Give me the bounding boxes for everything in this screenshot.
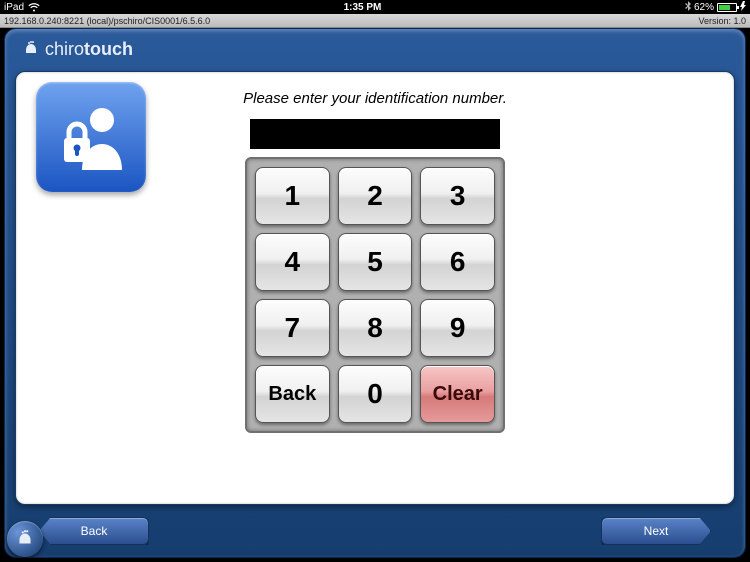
nav-next-button[interactable]: Next xyxy=(601,517,711,545)
hand-logo-icon xyxy=(21,39,41,59)
wifi-icon xyxy=(28,3,40,12)
corner-hand-icon[interactable] xyxy=(7,521,43,557)
brand-part2: touch xyxy=(84,39,133,60)
connection-path: 192.168.0.240:8221 (local)/pschiro/CIS00… xyxy=(4,16,210,26)
battery-icon xyxy=(717,3,737,12)
device-label: iPad xyxy=(4,2,24,13)
app-header: chirotouch xyxy=(9,33,741,65)
keypad-0[interactable]: 0 xyxy=(338,365,413,423)
content-card: Please enter your identification number.… xyxy=(15,71,735,505)
status-time: 1:35 PM xyxy=(344,2,382,13)
brand-logo-text: chirotouch xyxy=(45,39,133,60)
keypad-5[interactable]: 5 xyxy=(338,233,413,291)
keypad-clear[interactable]: Clear xyxy=(420,365,495,423)
battery-percent: 62% xyxy=(694,2,714,13)
pin-display xyxy=(250,119,500,149)
brand-part1: chiro xyxy=(45,39,84,60)
nav-back-button[interactable]: Back xyxy=(39,517,149,545)
keypad-back[interactable]: Back xyxy=(255,365,330,423)
keypad-7[interactable]: 7 xyxy=(255,299,330,357)
sub-bar: 192.168.0.240:8221 (local)/pschiro/CIS00… xyxy=(0,14,750,28)
nav-next-label: Next xyxy=(644,524,669,538)
nav-back-label: Back xyxy=(81,524,108,538)
keypad-2[interactable]: 2 xyxy=(338,167,413,225)
keypad-6[interactable]: 6 xyxy=(420,233,495,291)
keypad-9[interactable]: 9 xyxy=(420,299,495,357)
keypad-8[interactable]: 8 xyxy=(338,299,413,357)
keypad-1[interactable]: 1 xyxy=(255,167,330,225)
app-version: Version: 1.0 xyxy=(698,16,746,26)
status-bar: iPad 1:35 PM 62% xyxy=(0,0,750,14)
lock-user-icon xyxy=(36,82,146,192)
keypad-4[interactable]: 4 xyxy=(255,233,330,291)
keypad-3[interactable]: 3 xyxy=(420,167,495,225)
bluetooth-icon xyxy=(685,1,691,14)
keypad: 1 2 3 4 5 6 7 8 9 Back 0 Clear xyxy=(245,157,505,433)
app-frame: chirotouch Please enter your identificat… xyxy=(4,28,746,558)
charging-icon xyxy=(740,1,746,14)
